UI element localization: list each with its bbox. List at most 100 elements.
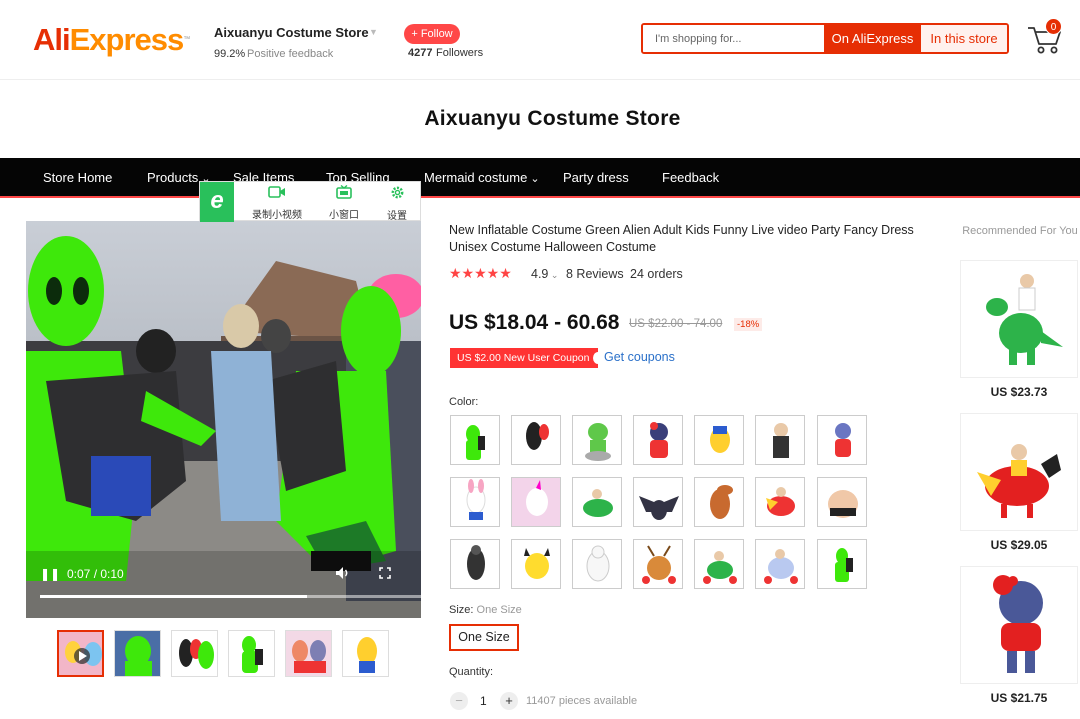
color-swatch[interactable] xyxy=(450,539,500,589)
color-swatch[interactable] xyxy=(511,477,561,527)
recommended-item[interactable] xyxy=(960,413,1078,531)
store-nav-bar: Store Home Products ⌄ Sale Items Top Sel… xyxy=(0,158,1080,198)
record-label: 录制小视频 xyxy=(252,210,302,221)
mini-window-label: 小窗口 xyxy=(329,210,359,221)
search-store-button[interactable]: In this store xyxy=(921,25,1007,52)
video-frame-image xyxy=(26,221,421,618)
recommended-item[interactable] xyxy=(960,260,1078,378)
search-bar: On AliExpress In this store xyxy=(641,23,1009,54)
product-video-player[interactable]: ❚❚ 0:07 / 0:10 xyxy=(26,221,421,618)
nav-store-home[interactable]: Store Home xyxy=(43,170,112,185)
color-swatch[interactable] xyxy=(450,477,500,527)
swatch-image xyxy=(773,423,789,458)
quantity-value[interactable]: 1 xyxy=(480,694,487,708)
recommended-item-image xyxy=(986,274,1063,365)
nav-mermaid-costume[interactable]: Mermaid costume ⌄ xyxy=(424,170,540,185)
swatch-image xyxy=(583,489,613,517)
aliexpress-logo[interactable]: AliExpress™ xyxy=(33,22,190,58)
quantity-increase-button[interactable]: + xyxy=(500,692,518,710)
color-swatch[interactable] xyxy=(694,415,744,465)
color-swatch[interactable] xyxy=(755,539,805,589)
orders-count: 24 orders xyxy=(630,267,683,281)
nav-party-dress[interactable]: Party dress xyxy=(563,170,629,185)
fullscreen-icon[interactable] xyxy=(379,567,391,579)
thumbnail-video-image xyxy=(59,632,102,675)
color-swatch[interactable] xyxy=(817,415,867,465)
recommended-item[interactable] xyxy=(960,566,1078,684)
recommended-item-image xyxy=(977,444,1061,518)
size-option-button[interactable]: One Size xyxy=(449,624,519,651)
swatch-image xyxy=(526,422,549,450)
color-swatch[interactable] xyxy=(572,477,622,527)
color-swatch[interactable] xyxy=(817,477,867,527)
video-progress-track[interactable] xyxy=(40,595,421,598)
thumbnail-4-image xyxy=(229,631,274,676)
swatch-image xyxy=(710,426,730,453)
search-aliexpress-button[interactable]: On AliExpress xyxy=(824,25,921,52)
get-coupons-link[interactable]: Get coupons xyxy=(604,350,675,364)
recommended-item-price: US $29.05 xyxy=(990,538,1048,552)
reviews-link[interactable]: 8 Reviews xyxy=(566,267,624,281)
color-swatch[interactable] xyxy=(511,539,561,589)
size-label-text: Size: xyxy=(449,604,474,616)
rating-stars-icon: ★★★★★ xyxy=(449,265,512,281)
swatch-image xyxy=(835,423,851,457)
color-swatch[interactable] xyxy=(694,477,744,527)
settings-button[interactable]: 设置 xyxy=(380,185,414,222)
thumbnail-6-image xyxy=(343,631,388,676)
thumbnail-3[interactable] xyxy=(171,630,218,677)
feedback-percentage: 99.2% xyxy=(214,48,246,60)
color-label: Color: xyxy=(449,396,479,408)
color-swatch[interactable] xyxy=(572,539,622,589)
thumbnail-5[interactable] xyxy=(285,630,332,677)
chevron-down-icon: ⌄ xyxy=(548,270,559,280)
thumbnail-video[interactable] xyxy=(57,630,104,677)
swatch-image xyxy=(466,479,486,520)
record-video-button[interactable]: 录制小视频 xyxy=(246,185,308,221)
color-swatch[interactable] xyxy=(755,477,805,527)
store-name[interactable]: Aixuanyu Costume Store xyxy=(214,25,369,40)
store-dropdown-caret-icon[interactable]: ▼ xyxy=(369,27,378,37)
swatch-image xyxy=(764,549,798,584)
color-swatch[interactable] xyxy=(633,477,683,527)
new-user-coupon[interactable]: US $2.00 New User Coupon xyxy=(450,348,603,368)
follow-button[interactable]: + Follow xyxy=(404,24,460,44)
color-swatch[interactable] xyxy=(755,415,805,465)
color-swatch[interactable] xyxy=(572,415,622,465)
page-root: { "header": { "logo_ali": "Ali", "logo_e… xyxy=(0,0,1080,719)
discount-badge: -18% xyxy=(734,318,763,331)
video-helper-toolbar: e 录制小视频 小窗口 设置 xyxy=(199,181,421,222)
search-input[interactable] xyxy=(643,25,824,52)
color-swatch[interactable] xyxy=(511,415,561,465)
gear-icon xyxy=(391,186,403,199)
rating-value[interactable]: 4.9 ⌄ xyxy=(531,267,558,281)
store-banner-title: Aixuanyu Costume Store xyxy=(424,107,681,130)
size-label: Size: One Size xyxy=(449,604,522,616)
pause-icon[interactable]: ❚❚ xyxy=(40,567,60,581)
settings-label: 设置 xyxy=(387,211,407,222)
volume-icon[interactable] xyxy=(335,566,351,580)
available-pieces: 11407 pieces available xyxy=(526,695,638,707)
mini-window-button[interactable]: 小窗口 xyxy=(324,184,364,221)
swatch-image xyxy=(650,422,668,458)
quantity-decrease-button[interactable]: − xyxy=(450,692,468,710)
color-swatch[interactable] xyxy=(694,539,744,589)
video-progress-fill xyxy=(40,595,307,598)
thumbnail-3-image xyxy=(172,631,217,676)
swatch-image xyxy=(524,548,550,579)
thumbnail-6[interactable] xyxy=(342,630,389,677)
nav-feedback[interactable]: Feedback xyxy=(662,170,719,185)
thumbnail-2[interactable] xyxy=(114,630,161,677)
swatch-image xyxy=(466,425,485,460)
color-swatch[interactable] xyxy=(633,415,683,465)
swatch-image xyxy=(512,478,560,526)
quantity-label: Quantity: xyxy=(449,666,494,678)
color-swatch[interactable] xyxy=(817,539,867,589)
thumbnail-4[interactable] xyxy=(228,630,275,677)
thumbnail-2-image xyxy=(115,631,160,676)
recommended-title: Recommended For You xyxy=(962,225,1078,237)
color-swatch[interactable] xyxy=(450,415,500,465)
swatch-image xyxy=(828,490,858,518)
swatch-image xyxy=(703,551,737,584)
color-swatch[interactable] xyxy=(633,539,683,589)
